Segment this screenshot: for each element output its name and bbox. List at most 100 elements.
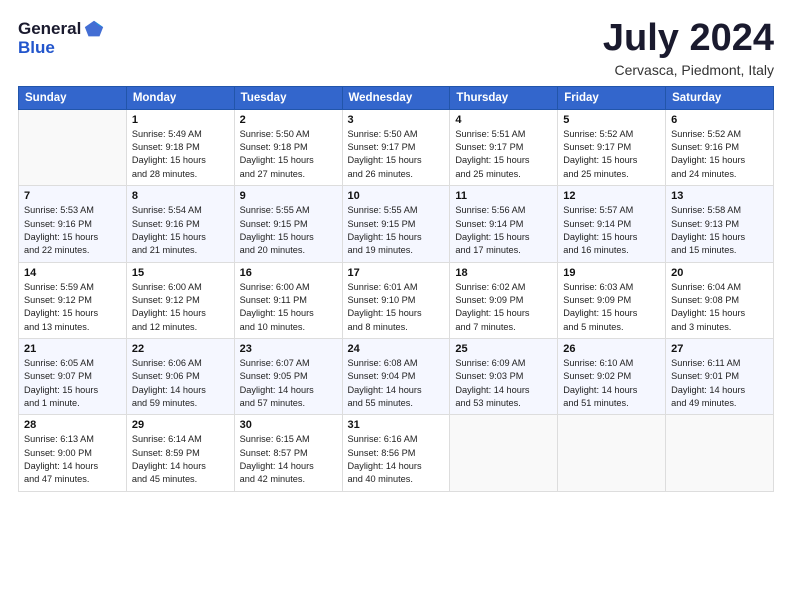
day-info: Sunrise: 6:01 AMSunset: 9:10 PMDaylight:…: [348, 281, 445, 334]
day-number: 15: [132, 267, 229, 279]
day-info: Sunrise: 6:06 AMSunset: 9:06 PMDaylight:…: [132, 357, 229, 410]
calendar-cell: 14 Sunrise: 5:59 AMSunset: 9:12 PMDayligh…: [19, 262, 127, 338]
day-info: Sunrise: 5:55 AMSunset: 9:15 PMDaylight:…: [240, 204, 337, 257]
calendar-cell: 3 Sunrise: 5:50 AMSunset: 9:17 PMDaylight…: [342, 109, 450, 185]
day-number: 9: [240, 190, 337, 202]
day-info: Sunrise: 5:57 AMSunset: 9:14 PMDaylight:…: [563, 204, 660, 257]
calendar-cell: 24 Sunrise: 6:08 AMSunset: 9:04 PMDayligh…: [342, 338, 450, 414]
day-header-thursday: Thursday: [450, 86, 558, 109]
day-info: Sunrise: 6:07 AMSunset: 9:05 PMDaylight:…: [240, 357, 337, 410]
calendar-cell: 31Sunrise: 6:16 AMSunset: 8:56 PMDayligh…: [342, 415, 450, 491]
title-section: July 2024 Cervasca, Piedmont, Italy: [603, 18, 774, 78]
day-info: Sunrise: 6:13 AMSunset: 9:00 PMDaylight:…: [24, 433, 121, 486]
day-info: Sunrise: 6:10 AMSunset: 9:02 PMDaylight:…: [563, 357, 660, 410]
calendar-cell: 6 Sunrise: 5:52 AMSunset: 9:16 PMDaylight…: [666, 109, 774, 185]
day-number: 24: [348, 343, 445, 355]
calendar-cell: 29 Sunrise: 6:14 AMSunset: 8:59 PMDayligh…: [126, 415, 234, 491]
calendar-cell: 17 Sunrise: 6:01 AMSunset: 9:10 PMDayligh…: [342, 262, 450, 338]
logo-blue-text: Blue: [18, 38, 55, 58]
day-header-tuesday: Tuesday: [234, 86, 342, 109]
calendar-cell: [19, 109, 127, 185]
day-number: 20: [671, 267, 768, 279]
calendar-cell: 22 Sunrise: 6:06 AMSunset: 9:06 PMDayligh…: [126, 338, 234, 414]
day-number: 8: [132, 190, 229, 202]
day-number: 4: [455, 114, 552, 126]
calendar-cell: 30Sunrise: 6:15 AMSunset: 8:57 PMDayligh…: [234, 415, 342, 491]
day-number: 3: [348, 114, 445, 126]
logo: General Blue: [18, 18, 105, 58]
calendar-cell: 19 Sunrise: 6:03 AMSunset: 9:09 PMDayligh…: [558, 262, 666, 338]
day-header-friday: Friday: [558, 86, 666, 109]
day-info: Sunrise: 5:50 AMSunset: 9:18 PMDaylight:…: [240, 128, 337, 181]
day-number: 17: [348, 267, 445, 279]
day-info: Sunrise: 5:56 AMSunset: 9:14 PMDaylight:…: [455, 204, 552, 257]
calendar-cell: 20Sunrise: 6:04 AMSunset: 9:08 PMDayligh…: [666, 262, 774, 338]
calendar-cell: 1 Sunrise: 5:49 AMSunset: 9:18 PMDaylight…: [126, 109, 234, 185]
day-number: 29: [132, 419, 229, 431]
day-number: 6: [671, 114, 768, 126]
calendar-week-1: 1 Sunrise: 5:49 AMSunset: 9:18 PMDaylight…: [19, 109, 774, 185]
calendar-cell: 13Sunrise: 5:58 AMSunset: 9:13 PMDayligh…: [666, 186, 774, 262]
calendar-header-row: SundayMondayTuesdayWednesdayThursdayFrid…: [19, 86, 774, 109]
day-info: Sunrise: 6:02 AMSunset: 9:09 PMDaylight:…: [455, 281, 552, 334]
calendar-cell: 28 Sunrise: 6:13 AMSunset: 9:00 PMDayligh…: [19, 415, 127, 491]
day-info: Sunrise: 6:11 AMSunset: 9:01 PMDaylight:…: [671, 357, 768, 410]
calendar-cell: 9 Sunrise: 5:55 AMSunset: 9:15 PMDaylight…: [234, 186, 342, 262]
day-number: 25: [455, 343, 552, 355]
day-info: Sunrise: 6:00 AMSunset: 9:12 PMDaylight:…: [132, 281, 229, 334]
calendar-cell: [666, 415, 774, 491]
day-number: 1: [132, 114, 229, 126]
calendar-table: SundayMondayTuesdayWednesdayThursdayFrid…: [18, 86, 774, 492]
day-number: 2: [240, 114, 337, 126]
day-info: Sunrise: 5:59 AMSunset: 9:12 PMDaylight:…: [24, 281, 121, 334]
calendar-week-2: 7 Sunrise: 5:53 AMSunset: 9:16 PMDaylight…: [19, 186, 774, 262]
day-number: 13: [671, 190, 768, 202]
day-info: Sunrise: 6:03 AMSunset: 9:09 PMDaylight:…: [563, 281, 660, 334]
logo-icon: [83, 18, 105, 40]
day-number: 16: [240, 267, 337, 279]
calendar-cell: 16 Sunrise: 6:00 AMSunset: 9:11 PMDayligh…: [234, 262, 342, 338]
day-info: Sunrise: 6:16 AMSunset: 8:56 PMDaylight:…: [348, 433, 445, 486]
calendar-cell: 7 Sunrise: 5:53 AMSunset: 9:16 PMDaylight…: [19, 186, 127, 262]
day-number: 14: [24, 267, 121, 279]
logo-general-text: General: [18, 19, 81, 39]
day-info: Sunrise: 6:00 AMSunset: 9:11 PMDaylight:…: [240, 281, 337, 334]
day-info: Sunrise: 6:05 AMSunset: 9:07 PMDaylight:…: [24, 357, 121, 410]
day-number: 7: [24, 190, 121, 202]
calendar-cell: 26 Sunrise: 6:10 AMSunset: 9:02 PMDayligh…: [558, 338, 666, 414]
calendar-cell: 10Sunrise: 5:55 AMSunset: 9:15 PMDayligh…: [342, 186, 450, 262]
day-info: Sunrise: 5:52 AMSunset: 9:17 PMDaylight:…: [563, 128, 660, 181]
day-info: Sunrise: 6:08 AMSunset: 9:04 PMDaylight:…: [348, 357, 445, 410]
day-number: 26: [563, 343, 660, 355]
day-info: Sunrise: 5:50 AMSunset: 9:17 PMDaylight:…: [348, 128, 445, 181]
day-number: 28: [24, 419, 121, 431]
calendar-week-4: 21Sunrise: 6:05 AMSunset: 9:07 PMDayligh…: [19, 338, 774, 414]
day-info: Sunrise: 5:49 AMSunset: 9:18 PMDaylight:…: [132, 128, 229, 181]
day-info: Sunrise: 6:09 AMSunset: 9:03 PMDaylight:…: [455, 357, 552, 410]
header: General Blue July 2024 Cervasca, Piedmon…: [18, 18, 774, 78]
day-number: 30: [240, 419, 337, 431]
calendar-cell: 12Sunrise: 5:57 AMSunset: 9:14 PMDayligh…: [558, 186, 666, 262]
calendar-cell: [558, 415, 666, 491]
day-number: 19: [563, 267, 660, 279]
calendar-cell: [450, 415, 558, 491]
day-header-wednesday: Wednesday: [342, 86, 450, 109]
day-header-saturday: Saturday: [666, 86, 774, 109]
day-number: 22: [132, 343, 229, 355]
calendar-week-3: 14 Sunrise: 5:59 AMSunset: 9:12 PMDayligh…: [19, 262, 774, 338]
day-info: Sunrise: 5:55 AMSunset: 9:15 PMDaylight:…: [348, 204, 445, 257]
calendar-cell: 15 Sunrise: 6:00 AMSunset: 9:12 PMDayligh…: [126, 262, 234, 338]
day-header-sunday: Sunday: [19, 86, 127, 109]
day-number: 5: [563, 114, 660, 126]
calendar-cell: 11 Sunrise: 5:56 AMSunset: 9:14 PMDayligh…: [450, 186, 558, 262]
day-number: 11: [455, 190, 552, 202]
day-header-monday: Monday: [126, 86, 234, 109]
day-info: Sunrise: 5:52 AMSunset: 9:16 PMDaylight:…: [671, 128, 768, 181]
calendar-cell: 2 Sunrise: 5:50 AMSunset: 9:18 PMDaylight…: [234, 109, 342, 185]
calendar-cell: 21Sunrise: 6:05 AMSunset: 9:07 PMDayligh…: [19, 338, 127, 414]
calendar-cell: 18Sunrise: 6:02 AMSunset: 9:09 PMDayligh…: [450, 262, 558, 338]
day-info: Sunrise: 6:14 AMSunset: 8:59 PMDaylight:…: [132, 433, 229, 486]
day-info: Sunrise: 5:51 AMSunset: 9:17 PMDaylight:…: [455, 128, 552, 181]
calendar-cell: 4 Sunrise: 5:51 AMSunset: 9:17 PMDaylight…: [450, 109, 558, 185]
day-info: Sunrise: 5:53 AMSunset: 9:16 PMDaylight:…: [24, 204, 121, 257]
